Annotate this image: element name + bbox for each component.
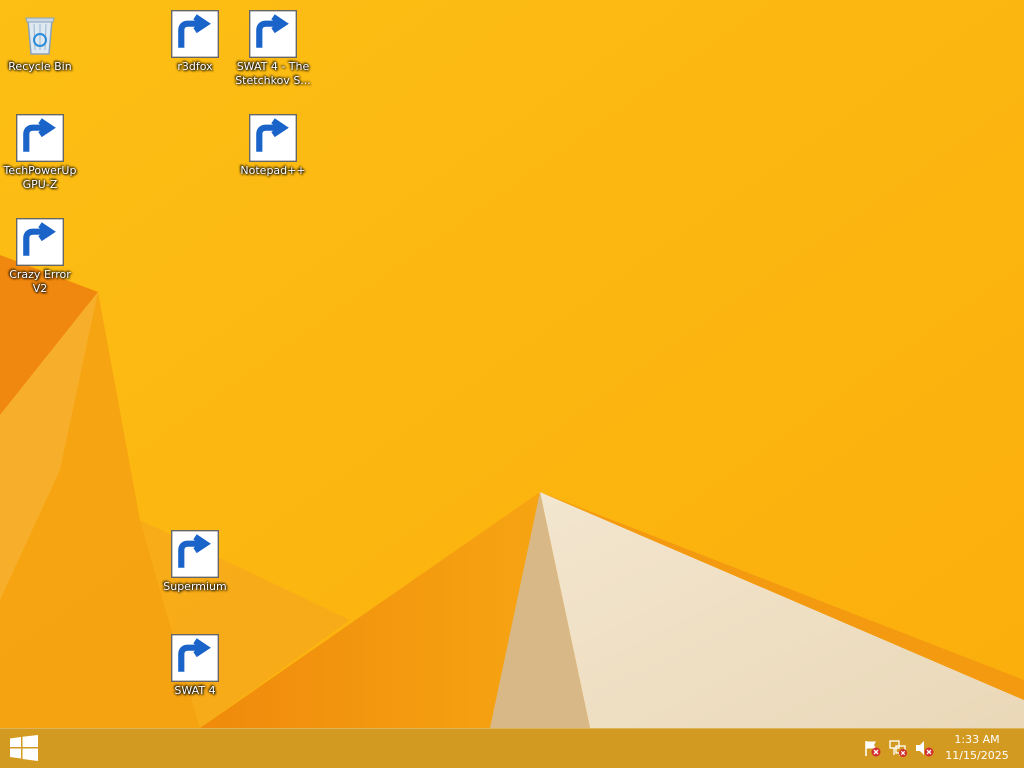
desktop-icon-gpuz[interactable]: TechPowerUp GPU-Z <box>0 108 80 194</box>
notepadpp-icon <box>249 114 297 162</box>
shortcut-arrow-icon <box>171 10 219 58</box>
desktop-icon-swat4[interactable]: SWAT 4 <box>155 628 235 714</box>
windows-logo-icon <box>10 735 38 761</box>
desktop-icon-label: Crazy Error V2 <box>9 268 71 295</box>
desktop-icon-notepadpp[interactable]: Notepad++ <box>233 108 313 194</box>
clock-time: 1:33 AM <box>954 733 1000 746</box>
system-tray <box>862 738 934 758</box>
flag-alert-icon[interactable] <box>862 738 882 758</box>
recycle-bin-icon <box>16 10 64 58</box>
gpuz-icon <box>16 114 64 162</box>
clock-date: 11/15/2025 <box>945 749 1009 762</box>
desktop-icon-label: Recycle Bin <box>8 60 72 73</box>
desktop-icon-label: TechPowerUp GPU-Z <box>3 164 77 191</box>
desktop-icon-label: SWAT 4 <box>174 684 216 697</box>
shortcut-arrow-icon <box>171 634 219 682</box>
start-button[interactable] <box>0 728 48 768</box>
desktop[interactable]: Recycle Bin r3dfox SWAT 4 - The Stetchko… <box>0 0 1024 728</box>
desktop-icon-label: r3dfox <box>177 60 213 73</box>
volume-muted-icon[interactable] <box>914 738 934 758</box>
desktop-icon-swat4-stetchkov[interactable]: SWAT 4 - The Stetchkov S... <box>233 4 313 90</box>
desktop-icon-label: SWAT 4 - The Stetchkov S... <box>235 60 311 87</box>
taskbar: 1:33 AM 11/15/2025 <box>0 728 1024 768</box>
desktop-icon-label: Notepad++ <box>240 164 306 177</box>
shortcut-arrow-icon <box>171 530 219 578</box>
shortcut-arrow-icon <box>249 114 297 162</box>
shortcut-arrow-icon <box>249 10 297 58</box>
desktop-icon-crazy-error[interactable]: Crazy Error V2 <box>0 212 80 298</box>
swat4-icon <box>249 10 297 58</box>
crazy-error-icon <box>16 218 64 266</box>
desktop-icon-recycle-bin[interactable]: Recycle Bin <box>0 4 80 90</box>
shortcut-arrow-icon <box>16 218 64 266</box>
wallpaper <box>0 0 1024 728</box>
desktop-icon-r3dfox[interactable]: r3dfox <box>155 4 235 90</box>
network-disconnected-icon[interactable] <box>888 738 908 758</box>
supermium-icon <box>171 530 219 578</box>
swat4-icon <box>171 634 219 682</box>
desktop-icon-label: Supermium <box>163 580 227 593</box>
blank-file-icon <box>171 10 219 58</box>
shortcut-arrow-icon <box>16 114 64 162</box>
taskbar-clock[interactable]: 1:33 AM 11/15/2025 <box>942 732 1012 764</box>
desktop-icon-supermium[interactable]: Supermium <box>155 524 235 610</box>
